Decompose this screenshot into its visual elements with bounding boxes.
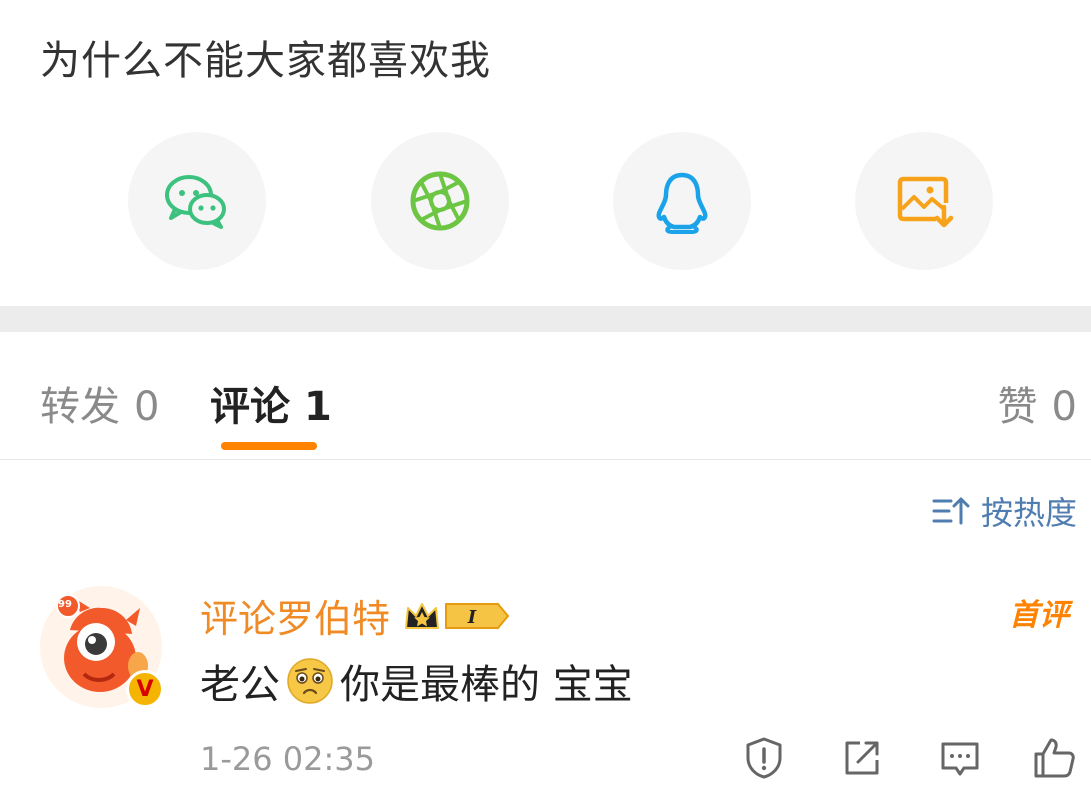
level-badge-text: I (467, 607, 477, 628)
tab-repost-count: 0 (134, 384, 160, 430)
like-button[interactable] (1032, 736, 1076, 780)
share-row (0, 132, 1091, 272)
moments-aperture-icon (410, 171, 470, 231)
report-icon (746, 737, 782, 779)
tab-like[interactable]: 赞0 (998, 374, 1077, 432)
sort-icon (932, 497, 970, 525)
save-image-icon (897, 176, 954, 228)
verified-badge: V (126, 670, 164, 708)
first-comment-badge: 首评 (1009, 598, 1069, 633)
active-tab-indicator (221, 442, 317, 450)
sort-by-hot-button[interactable]: 按热度 (931, 488, 1077, 534)
wechat-icon (165, 175, 226, 229)
tab-comment-label: 评论 (210, 384, 290, 430)
tab-like-label: 赞 (997, 384, 1038, 430)
sort-label: 按热度 (980, 494, 1077, 532)
comment-tabs: 转发 0 评论 1 赞0 (0, 332, 1091, 460)
save-image-button[interactable] (855, 132, 993, 270)
comment-username[interactable]: 评论罗伯特 I (200, 588, 512, 643)
reply-icon (941, 742, 979, 776)
crown-icon (405, 602, 440, 629)
share-moments-button[interactable] (371, 132, 509, 270)
level-badge-icon: I (445, 602, 510, 629)
post-text: 为什么不能大家都喜欢我 (40, 38, 491, 84)
tab-repost[interactable]: 转发 0 (40, 374, 159, 432)
username-text: 评论罗伯特 (200, 597, 391, 641)
comment-item: 99 V 评论罗伯特 I 首评 老公 你是最棒的 宝宝 1-26 02:35 (0, 584, 1091, 800)
comment-text: 老公 你是最棒的 宝宝 (200, 652, 633, 710)
tab-repost-label: 转发 (40, 384, 120, 430)
share-button[interactable] (840, 736, 884, 780)
share-qq-button[interactable] (613, 132, 751, 270)
comment-actions (0, 736, 1091, 786)
tab-like-count: 0 (1051, 384, 1077, 430)
comment-text-after: 你是最棒的 宝宝 (340, 662, 633, 708)
comment-text-before: 老公 (200, 662, 280, 708)
qq-penguin-icon (656, 172, 708, 234)
section-divider (0, 306, 1091, 332)
reply-button[interactable] (938, 736, 982, 780)
avatar-badge-count: 99 (58, 599, 72, 610)
share-icon (845, 741, 879, 775)
tab-comment-count: 1 (304, 384, 332, 430)
like-icon (1034, 738, 1075, 778)
tab-comment[interactable]: 评论 1 (210, 374, 332, 432)
crying-face-emoji (287, 658, 333, 704)
share-wechat-button[interactable] (128, 132, 266, 270)
report-button[interactable] (742, 736, 786, 780)
